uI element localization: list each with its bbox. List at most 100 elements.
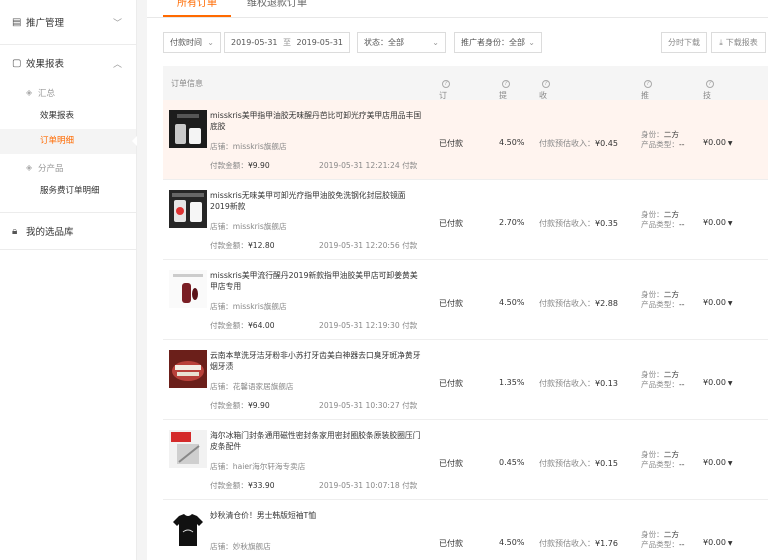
amount-value: ¥64.00 xyxy=(247,321,275,330)
help-icon[interactable]: ? xyxy=(644,80,652,88)
income-value: ¥1.76 xyxy=(595,539,618,548)
pay-amount: 付款金额：¥33.90 xyxy=(210,480,275,491)
service-fee[interactable]: ¥0.00 ▼ xyxy=(703,538,733,547)
col-status: 订单状态? xyxy=(439,78,450,133)
ptype-value: -- xyxy=(678,540,685,549)
role-value: 推广者身份：全部 xyxy=(461,38,525,47)
commission-rate: 4.50% xyxy=(499,298,525,307)
sidebar-group-promotion[interactable]: ▤ 推广管理 ﹀ xyxy=(0,0,136,45)
tab-refund-orders[interactable]: 维权退款订单 xyxy=(247,0,307,9)
product-title[interactable]: 海尔冰箱门封条通用磁性密封条家用密封圈胶条原装胶圈压门皮条配件 xyxy=(210,430,425,452)
col-info: 订单信息 xyxy=(171,79,203,88)
sidebar-item-report[interactable]: 效果报表 xyxy=(0,104,136,129)
product-thumbnail[interactable] xyxy=(169,190,207,228)
role-select[interactable]: 推广者身份：全部 ⌄ xyxy=(454,32,542,53)
product-title[interactable]: misskris美甲流行醒丹2019新款指甲油胶美甲店可卸姜黄美甲店专用 xyxy=(210,270,425,292)
help-icon[interactable]: ? xyxy=(706,80,714,88)
sidebar-item-fee-order-detail[interactable]: 服务费订单明细 xyxy=(0,179,136,204)
role-value: 二方 xyxy=(663,370,679,379)
service-fee[interactable]: ¥0.00 ▼ xyxy=(703,218,733,227)
product-title[interactable]: misskris无味美甲可卸光疗指甲油胶免洗钢化封层胶镜面2019新款 xyxy=(210,190,425,212)
order-status: 已付款 xyxy=(439,219,463,228)
download-report-label: 下载报表 xyxy=(725,38,758,47)
estimated-income: 付款预估收入：¥0.15 xyxy=(539,458,618,469)
income-value: ¥0.15 xyxy=(595,459,618,468)
service-fee[interactable]: ¥0.00 ▼ xyxy=(703,138,733,147)
product-thumbnail[interactable] xyxy=(169,350,207,388)
date-to[interactable]: 2019-05-31 xyxy=(297,38,344,47)
table-row: 云南本草洗牙洁牙粉非小苏打牙齿美白神器去口臭牙斑净黄牙烟牙渍 店铺：花馨语家居旗… xyxy=(163,340,768,420)
ptype-prefix: 产品类型： xyxy=(641,300,679,309)
time-value: 2019-05-31 10:30:27 xyxy=(319,401,400,410)
estimated-income: 付款预估收入：¥0.13 xyxy=(539,378,618,389)
role-value: 二方 xyxy=(663,130,679,139)
caret-down-icon: ▼ xyxy=(727,220,733,227)
help-icon[interactable]: ? xyxy=(502,80,510,88)
amount-value: ¥33.90 xyxy=(247,481,275,490)
help-icon[interactable]: ? xyxy=(442,80,450,88)
ptype-prefix: 产品类型： xyxy=(641,540,679,549)
role-value: 二方 xyxy=(663,530,679,539)
shop-prefix: 店铺： xyxy=(210,382,233,391)
service-fee[interactable]: ¥0.00 ▼ xyxy=(703,298,733,307)
product-thumbnail[interactable] xyxy=(169,510,207,548)
income-prefix: 付款预估收入： xyxy=(539,139,595,148)
sidebar-group-report[interactable]: ▢ 效果报表 ︿ xyxy=(0,45,136,81)
shop-prefix: 店铺： xyxy=(210,222,233,231)
help-icon[interactable]: ? xyxy=(542,80,550,88)
income-prefix: 付款预估收入： xyxy=(539,299,595,308)
product-type: 产品类型：-- xyxy=(641,460,684,470)
shop-value: misskris旗舰店 xyxy=(232,302,287,311)
lock-icon: 🔒︎ xyxy=(12,225,18,237)
product-title[interactable]: 云南本草洗牙洁牙粉非小苏打牙齿美白神器去口臭牙斑净黄牙烟牙渍 xyxy=(210,350,425,372)
order-status: 已付款 xyxy=(439,459,463,468)
product-type: 产品类型：-- xyxy=(641,540,684,550)
shop-prefix: 店铺： xyxy=(210,302,233,311)
role-prefix: 身份： xyxy=(641,530,664,539)
sidebar-item-order-detail[interactable]: 订单明细 xyxy=(0,129,137,154)
product-type: 产品类型：-- xyxy=(641,300,684,310)
shop-value: 花馨语家居旗舰店 xyxy=(232,382,294,391)
chevron-down-icon: ⌄ xyxy=(207,38,214,47)
download-icon: ⤓ xyxy=(719,37,723,47)
filter-bar: 付款时间 ⌄ 2019-05-31 至 2019-05-31 状态：全部 ⌄ 推… xyxy=(163,32,542,53)
shop-name: 店铺：妙秋旗舰店 xyxy=(210,541,271,552)
product-title[interactable]: misskris美甲指甲油胶无味醒丹芭比可卸光疗美甲店用品丰国底胶 xyxy=(210,110,425,132)
promoter-info: 身份：二方 产品类型：-- xyxy=(641,210,684,230)
status-select[interactable]: 状态：全部 ⌄ xyxy=(357,32,446,53)
sidebar-group-selection-library[interactable]: 🔒︎ 我的选品库 xyxy=(0,212,136,250)
service-fee[interactable]: ¥0.00 ▼ xyxy=(703,458,733,467)
product-type: 产品类型：-- xyxy=(641,140,684,150)
pay-time: 2019-05-31 10:07:18 付款 xyxy=(319,480,417,491)
promoter-role: 身份：二方 xyxy=(641,130,684,140)
sidebar-section-summary: ◈ 汇总 xyxy=(0,81,136,104)
date-from[interactable]: 2019-05-31 xyxy=(231,38,278,47)
service-fee[interactable]: ¥0.00 ▼ xyxy=(703,378,733,387)
paid-suffix: 付款 xyxy=(402,241,418,250)
product-thumbnail[interactable] xyxy=(169,110,207,148)
product-thumbnail[interactable] xyxy=(169,430,207,468)
fee-value: ¥0.00 xyxy=(703,378,726,387)
download-report-button[interactable]: ⤓ 下载报表 xyxy=(711,32,766,53)
time-type-select[interactable]: 付款时间 ⌄ xyxy=(163,32,221,53)
product-thumbnail[interactable] xyxy=(169,270,207,308)
ptype-prefix: 产品类型： xyxy=(641,460,679,469)
shop-prefix: 店铺： xyxy=(210,462,233,471)
table-row: 海尔冰箱门封条通用磁性密封条家用密封圈胶条原装胶圈压门皮条配件 店铺：haier… xyxy=(163,420,768,500)
date-range-picker[interactable]: 2019-05-31 至 2019-05-31 xyxy=(224,32,350,53)
table-row: misskris无味美甲可卸光疗指甲油胶免洗钢化封层胶镜面2019新款 店铺：m… xyxy=(163,180,768,260)
role-prefix: 身份： xyxy=(641,130,664,139)
split-download-button[interactable]: 分时下载 xyxy=(661,32,707,53)
commission-rate: 2.70% xyxy=(499,218,525,227)
role-value: 二方 xyxy=(663,210,679,219)
time-value: 2019-05-31 12:19:30 xyxy=(319,321,400,330)
tab-all-orders[interactable]: 所有订单 xyxy=(163,0,231,17)
fee-value: ¥0.00 xyxy=(703,458,726,467)
amount-prefix: 付款金额： xyxy=(210,401,248,410)
income-prefix: 付款预估收入： xyxy=(539,379,595,388)
sidebar: ▤ 推广管理 ﹀ ▢ 效果报表 ︿ ◈ 汇总 效果报表 订单明细 ◈ 分产品 服… xyxy=(0,0,137,560)
product-title[interactable]: 妙秋清仓价！男士韩版短袖T恤 xyxy=(210,510,425,521)
shop-prefix: 店铺： xyxy=(210,142,233,151)
caret-down-icon: ▼ xyxy=(727,540,733,547)
income-value: ¥2.88 xyxy=(595,299,618,308)
